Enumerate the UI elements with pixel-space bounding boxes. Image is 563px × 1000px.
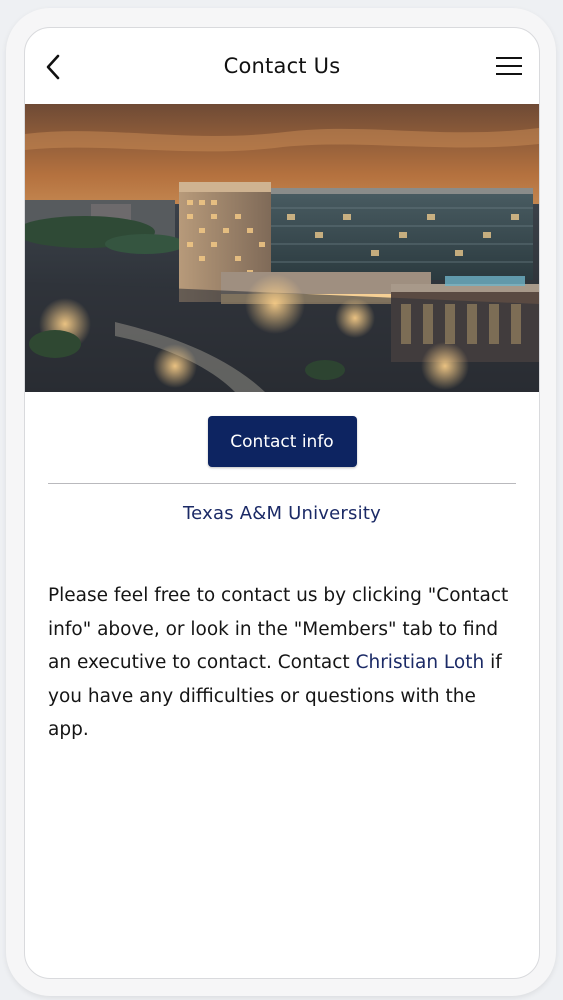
divider (48, 483, 516, 484)
hero-image (25, 104, 539, 392)
hamburger-menu-icon (496, 57, 522, 75)
contact-info-button[interactable]: Contact info (207, 416, 357, 467)
organization-name: Texas A&M University (183, 503, 381, 524)
app-screen: Contact Us Contact info Texas A&M Univer… (24, 27, 540, 979)
contact-button-container: Contact info (25, 416, 539, 467)
device-frame: Contact Us Contact info Texas A&M Univer… (6, 8, 556, 996)
page-title: Contact Us (223, 54, 341, 78)
contact-description: Please feel free to contact us by clicki… (48, 579, 518, 747)
menu-button[interactable] (495, 54, 523, 78)
header-bar: Contact Us (25, 28, 539, 104)
hotel-illustration (25, 104, 539, 392)
contact-person-link[interactable]: Christian Loth (356, 652, 485, 673)
